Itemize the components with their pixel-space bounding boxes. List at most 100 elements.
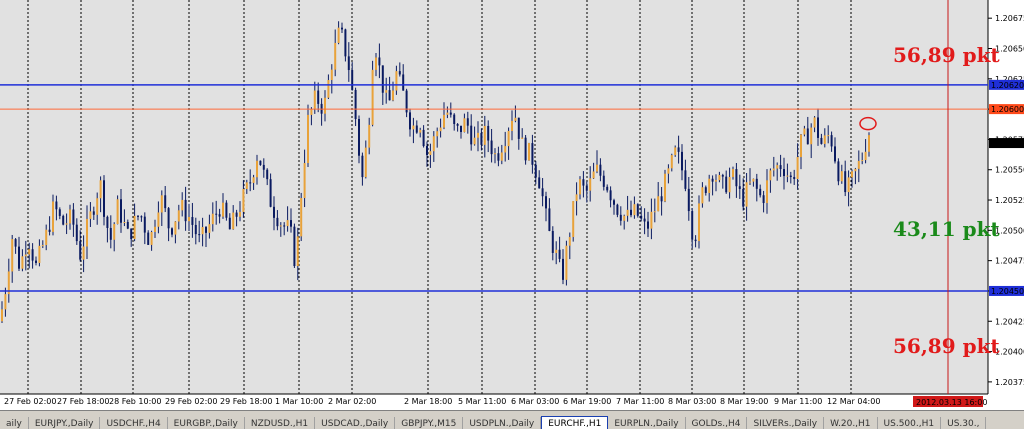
candle-body [130, 228, 133, 240]
candle-body [48, 229, 51, 232]
candle-body [45, 229, 48, 246]
candle-body [698, 203, 700, 242]
candle-body [558, 249, 561, 259]
candle-body [453, 114, 456, 125]
symbol-tab[interactable]: EURPLN.,Daily [608, 417, 686, 429]
candle-body [531, 143, 534, 165]
candle-body [147, 232, 150, 245]
candle-body [511, 120, 513, 131]
x-tick-label: 5 Mar 11:00 [458, 397, 506, 406]
symbol-tab[interactable]: USDCAD.,Daily [315, 417, 396, 429]
candle-body [341, 27, 343, 30]
candle-body [398, 71, 401, 75]
candle-body [164, 195, 167, 209]
candle-body [140, 216, 143, 218]
candle-body [184, 199, 187, 222]
candle-body [205, 227, 207, 233]
candle-body [772, 168, 775, 171]
candle-body [72, 209, 75, 225]
candle-body [538, 177, 541, 189]
y-tick-label: 1.20475 [995, 257, 1024, 266]
candle-body [307, 114, 309, 164]
candle-body [334, 42, 337, 70]
candle-body [208, 224, 211, 233]
candle-body [626, 209, 629, 216]
candle-body [327, 80, 330, 98]
price-label-text: 1.20600 [991, 105, 1024, 114]
candle-body [480, 132, 483, 145]
x-tick-label: 29 Feb 02:00 [165, 397, 217, 406]
candle-body [228, 217, 231, 230]
candle-body [623, 215, 626, 221]
candle-body [755, 178, 758, 189]
candle-body [555, 249, 558, 253]
candle-body [602, 175, 605, 187]
symbol-tab[interactable]: EURGBP.,Daily [168, 417, 245, 429]
candle-body [572, 201, 575, 238]
symbol-tab[interactable]: USDCHF.,H4 [100, 417, 168, 429]
candle-body [640, 215, 643, 219]
candle-body [439, 127, 442, 132]
price-chart[interactable]: 27 Feb 02:00 27 Feb 18:00 28 Feb 10:00 29 F… [0, 0, 1024, 410]
symbol-tab[interactable]: EURCHF.,H1 [541, 416, 609, 429]
candle-body [446, 112, 449, 115]
symbol-tab[interactable]: US.500.,H1 [878, 417, 942, 429]
candle-body [460, 125, 462, 133]
candle-body [653, 211, 656, 213]
candle-body [364, 147, 367, 178]
candle-body [704, 187, 707, 193]
candle-body [711, 178, 714, 182]
candle-body [215, 213, 218, 215]
candle-body [589, 178, 592, 191]
candle-body [840, 171, 843, 182]
candle-body [854, 168, 857, 172]
candle-body [827, 135, 830, 137]
candle-body [120, 199, 122, 223]
candle-body [473, 137, 476, 145]
candle-body [62, 215, 65, 225]
y-tick-label: 1.20525 [995, 196, 1024, 205]
symbol-tab[interactable]: NZDUSD.,H1 [245, 417, 316, 429]
symbol-tab[interactable]: USDPLN.,Daily [463, 417, 542, 429]
symbol-tab[interactable]: aily [0, 417, 29, 429]
candle-body [766, 180, 768, 204]
symbol-tab[interactable]: GOLDs.,H4 [686, 417, 748, 429]
symbol-tab[interactable]: SILVERs.,Daily [747, 417, 825, 429]
symbol-tab[interactable]: EURJPY.,Daily [29, 417, 101, 429]
candle-body [262, 164, 265, 170]
candle-body [575, 194, 578, 202]
candle-body [701, 187, 704, 204]
candle-body [154, 226, 156, 232]
candle-body [514, 117, 517, 121]
candle-body [188, 217, 190, 222]
candle-body [861, 160, 864, 162]
candle-body [456, 124, 459, 126]
candle-body [388, 90, 391, 101]
chart-area[interactable]: 27 Feb 02:00 27 Feb 18:00 28 Feb 10:00 29 F… [0, 0, 1024, 410]
symbol-tab[interactable]: US.30., [941, 417, 987, 429]
symbol-tab[interactable]: W.20.,H1 [824, 417, 878, 429]
candle-body [786, 175, 789, 177]
candle-body [402, 74, 405, 91]
candle-body [752, 178, 755, 182]
candle-body [303, 163, 306, 199]
price-label-text: 1.20620 [991, 81, 1024, 90]
candle-body [381, 65, 384, 93]
candle-body [293, 226, 296, 267]
candle-body [674, 147, 677, 156]
candle-body [392, 90, 394, 101]
candle-body [422, 129, 425, 147]
candle-body [266, 169, 269, 180]
candle-body [358, 119, 360, 156]
candle-body [443, 114, 445, 128]
candle-body [521, 137, 524, 139]
candle-body [171, 228, 173, 235]
symbol-tab[interactable]: GBPJPY.,M15 [395, 417, 464, 429]
candle-body [55, 201, 58, 210]
candle-body [160, 195, 163, 213]
candle-body [283, 225, 286, 227]
candle-body [41, 245, 44, 247]
candle-body [545, 196, 547, 209]
pip-annotation: 43,11 pkt [893, 217, 1000, 241]
candle-body [776, 165, 779, 169]
